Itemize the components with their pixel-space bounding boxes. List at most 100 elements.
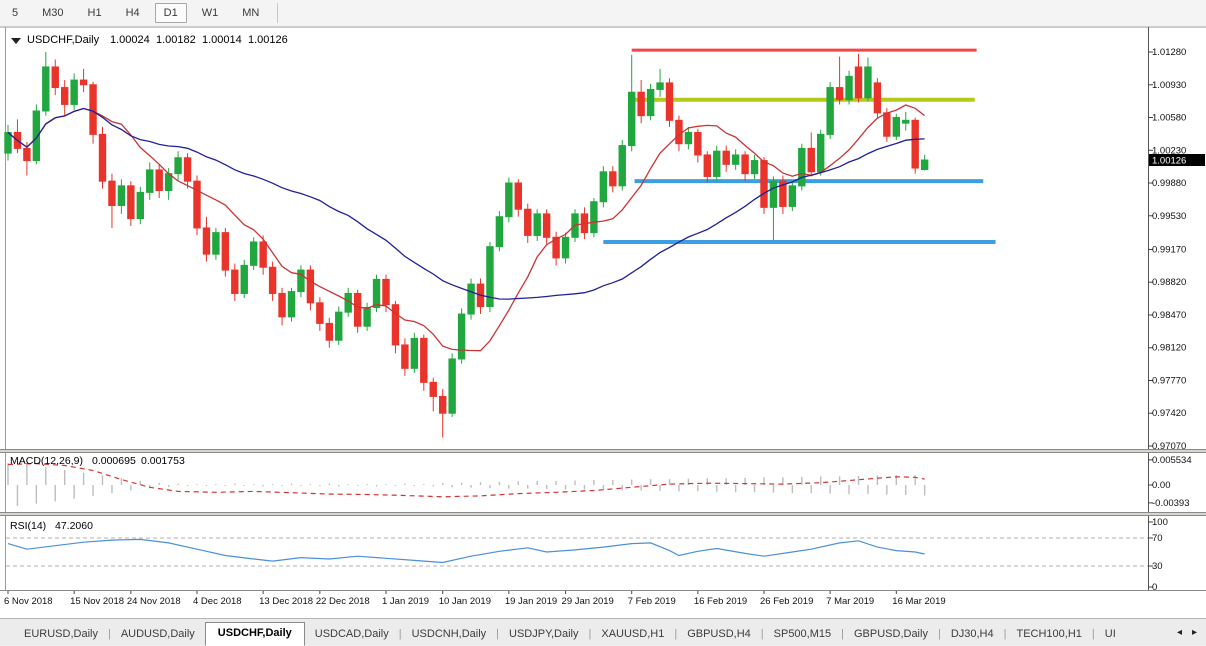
fast-ma-line [8,105,925,351]
macd-value-signal: 0.001753 [141,455,185,467]
candle-body [751,161,757,174]
macd-axis-label: 0.005534 [1152,455,1192,466]
timeframe-button-w1[interactable]: W1 [193,3,228,23]
chart-tab-gbpusd[interactable]: GBPUSD,Daily [844,624,938,645]
candle-body [591,202,597,233]
chart-tab-tech100[interactable]: TECH100,H1 [1006,624,1091,645]
candle-body [543,214,549,237]
chart-tab-sp500[interactable]: SP500,M15 [764,624,841,645]
rsi-pane[interactable]: RSI(14)47.206010070300 [6,517,1168,593]
chart-tab-gbpusd[interactable]: GBPUSD,H4 [677,624,761,645]
candle-body [619,146,625,186]
chart-title-close: 1.00126 [248,34,288,46]
rsi-value: 47.2060 [55,520,93,532]
candle-body [307,270,313,303]
chart-title-open: 1.00024 [110,34,150,46]
candle-body [71,80,77,104]
candle-body [440,396,446,413]
tab-scroll-right-icon[interactable]: ▸ [1187,623,1202,642]
chart-tab-usdjpy[interactable]: USDJPY,Daily [499,624,589,645]
candle-body [846,76,852,99]
candle-body [515,183,521,209]
timeframe-button-h1[interactable]: H1 [79,3,111,23]
chart-title-low: 1.00014 [202,34,242,46]
timeframe-button-h4[interactable]: H4 [117,3,149,23]
candle-body [5,132,11,153]
chart-tab-xauusd[interactable]: XAUUSD,H1 [591,624,674,645]
price-axis-label: 1.01280 [1152,47,1186,58]
date-axis[interactable]: 6 Nov 201815 Nov 201824 Nov 20184 Dec 20… [4,591,946,607]
date-axis-label: 19 Jan 2019 [505,596,557,607]
candle-body [184,158,190,181]
chart-tab-ui[interactable]: UI [1095,624,1126,645]
timeframe-button-mn[interactable]: MN [233,3,268,23]
candle-body [723,151,729,164]
current-price-label: 1.00126 [1152,155,1186,166]
candle-body [232,270,238,293]
chart-window[interactable]: 1.012801.009301.005801.002300.998800.995… [0,26,1206,618]
price-axis-label: 0.99530 [1152,211,1186,222]
candle-body [610,172,616,186]
date-axis-label: 13 Dec 2018 [259,596,313,607]
candle-body [770,181,776,207]
candle-body [241,265,247,293]
candle-body [647,89,653,115]
candle-body [354,293,360,326]
date-axis-label: 16 Mar 2019 [892,596,945,607]
date-axis-label: 24 Nov 2018 [127,596,181,607]
candle-body [903,120,909,123]
candle-body [392,305,398,345]
macd-pane[interactable]: MACD(12,26,9)0.0006950.0017530.0055340.0… [8,455,1192,509]
tab-scroll-arrows: ◂▸ [1172,619,1206,645]
chart-tab-usdcnh[interactable]: USDCNH,Daily [402,624,497,645]
chart-tab-dj30[interactable]: DJ30,H4 [941,624,1004,645]
candle-body [468,284,474,314]
date-axis-label: 22 Dec 2018 [316,596,370,607]
candle-body [912,120,918,168]
candle-body [90,85,96,135]
chart-tab-bar: EURUSD,Daily|AUDUSD,DailyUSDCHF,DailyUSD… [0,618,1206,645]
date-axis-label: 4 Dec 2018 [193,596,242,607]
candle-body [336,312,342,340]
candle-body [865,67,871,98]
slow-ma-line [8,109,925,300]
rsi-axis-label: 0 [1152,582,1157,593]
tab-scroll-left-icon[interactable]: ◂ [1172,623,1187,642]
chart-tab-eurusd[interactable]: EURUSD,Daily [14,624,108,645]
rsi-axis-label: 30 [1152,561,1163,572]
price-axis-label: 1.00930 [1152,80,1186,91]
timeframe-button-m30[interactable]: M30 [33,3,72,23]
date-axis-label: 7 Feb 2019 [628,596,676,607]
candle-body [496,217,502,247]
candle-body [109,181,115,205]
price-axis-label: 0.98470 [1152,310,1186,321]
candle-body [449,359,455,413]
candle-body [666,83,672,120]
chart-tab-usdchf[interactable]: USDCHF,Daily [205,622,305,646]
candle-body [808,148,814,171]
candle-body [364,307,370,326]
timeframe-button-d1[interactable]: D1 [155,3,187,23]
candle-body [175,158,181,174]
chart-tab-audusd[interactable]: AUDUSD,Daily [111,624,205,645]
price-axis-label: 1.00580 [1152,113,1186,124]
candle-body [695,132,701,154]
price-chart-canvas[interactable]: 1.012801.009301.005801.002300.998800.995… [0,26,1206,618]
candle-body [203,228,209,254]
candle-body [269,267,275,293]
date-axis-label: 6 Nov 2018 [4,596,53,607]
timeframe-button-5[interactable]: 5 [3,3,27,23]
candle-body [893,118,899,137]
candle-body [600,172,606,202]
candle-body [222,233,228,270]
chart-tab-usdcad[interactable]: USDCAD,Daily [305,624,399,645]
candle-body [818,134,824,171]
symbol-dropdown-icon[interactable] [11,38,21,44]
candle-body [921,160,927,170]
price-axis[interactable]: 1.012801.009301.005801.002300.998800.995… [1148,47,1186,452]
candle-body [430,382,436,396]
candle-body [156,170,162,191]
candle-body [884,113,890,136]
macd-value-main: 0.000695 [92,455,136,467]
candle-body [789,186,795,207]
